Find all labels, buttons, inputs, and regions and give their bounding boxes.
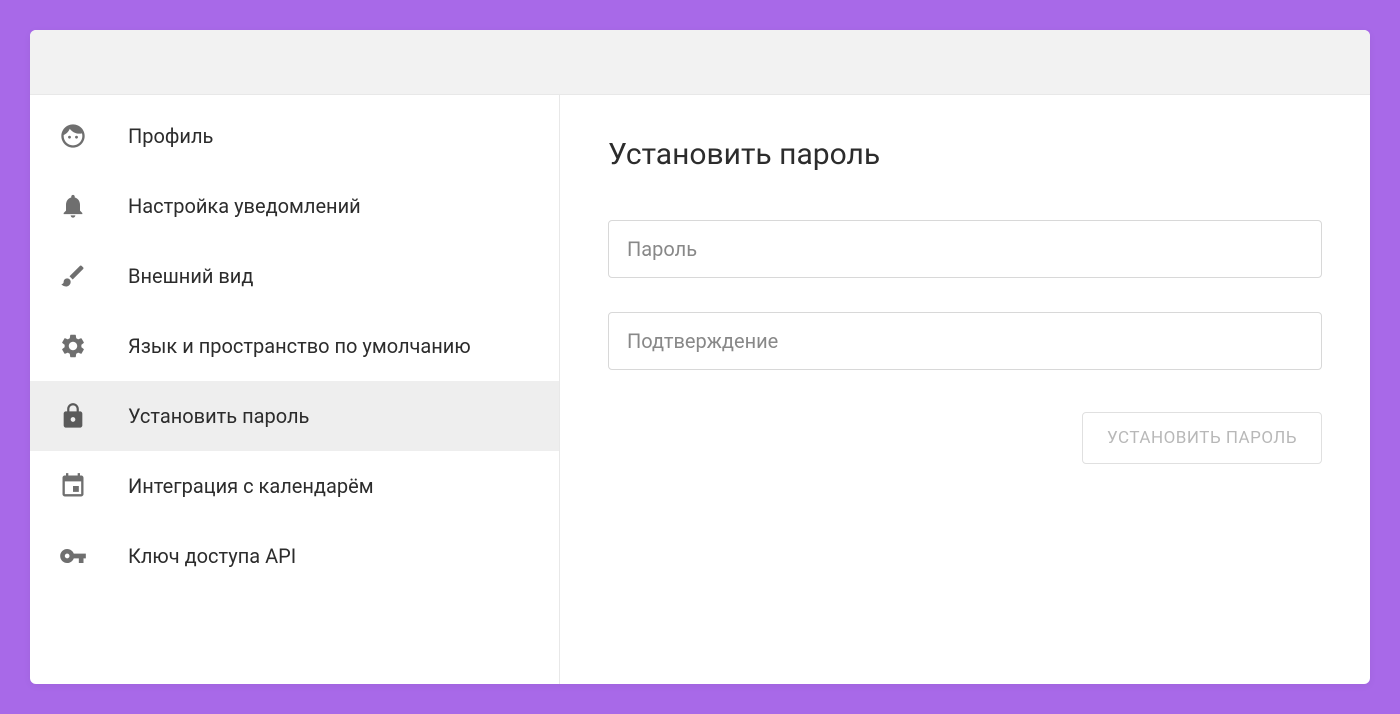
sidebar-item-appearance[interactable]: Внешний вид bbox=[30, 241, 559, 311]
brush-icon bbox=[58, 261, 88, 291]
gear-icon bbox=[58, 331, 88, 361]
sidebar-item-label: Настройка уведомлений bbox=[128, 193, 361, 220]
main-content: Установить пароль УСТАНОВИТЬ ПАРОЛЬ bbox=[560, 95, 1370, 684]
sidebar-item-label: Профиль bbox=[128, 123, 213, 150]
password-input[interactable] bbox=[608, 220, 1322, 278]
sidebar-item-calendar[interactable]: Интеграция с календарём bbox=[30, 451, 559, 521]
submit-button[interactable]: УСТАНОВИТЬ ПАРОЛЬ bbox=[1082, 412, 1322, 464]
sidebar-item-password[interactable]: Установить пароль bbox=[30, 381, 559, 451]
key-icon bbox=[58, 541, 88, 571]
sidebar-item-label: Установить пароль bbox=[128, 403, 309, 430]
settings-card: Профиль Настройка уведомлений Внешний ви… bbox=[30, 30, 1370, 684]
bell-icon bbox=[58, 191, 88, 221]
button-row: УСТАНОВИТЬ ПАРОЛЬ bbox=[608, 412, 1322, 464]
sidebar: Профиль Настройка уведомлений Внешний ви… bbox=[30, 95, 560, 684]
sidebar-item-notifications[interactable]: Настройка уведомлений bbox=[30, 171, 559, 241]
sidebar-item-api-key[interactable]: Ключ доступа API bbox=[30, 521, 559, 591]
page-title: Установить пароль bbox=[608, 137, 1322, 172]
calendar-icon bbox=[58, 471, 88, 501]
sidebar-item-label: Ключ доступа API bbox=[128, 543, 296, 570]
sidebar-item-label: Интеграция с календарём bbox=[128, 473, 374, 500]
sidebar-item-profile[interactable]: Профиль bbox=[30, 101, 559, 171]
lock-icon bbox=[58, 401, 88, 431]
sidebar-item-label: Внешний вид bbox=[128, 263, 253, 290]
sidebar-item-language[interactable]: Язык и пространство по умолчанию bbox=[30, 311, 559, 381]
confirm-password-input[interactable] bbox=[608, 312, 1322, 370]
sidebar-item-label: Язык и пространство по умолчанию bbox=[128, 333, 471, 360]
header-bar bbox=[30, 30, 1370, 95]
face-icon bbox=[58, 121, 88, 151]
content: Профиль Настройка уведомлений Внешний ви… bbox=[30, 95, 1370, 684]
